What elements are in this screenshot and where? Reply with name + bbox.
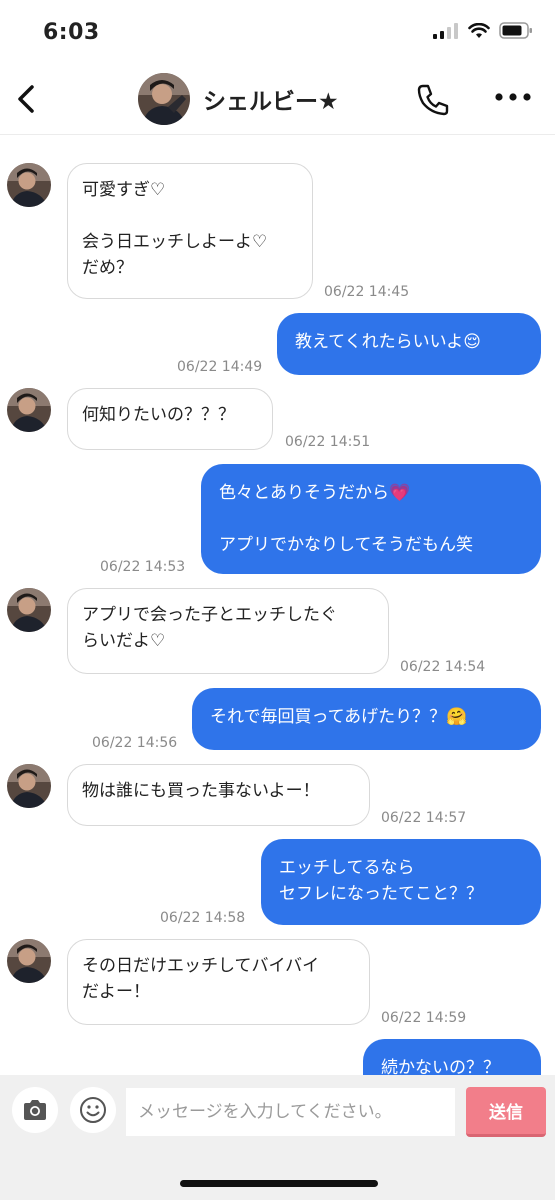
emoji-button[interactable]: [70, 1087, 116, 1133]
message-timestamp: 06/22 14:53: [100, 559, 186, 575]
incoming-message: 物は誰にも買った事ないよー！: [67, 764, 370, 826]
outgoing-message: それで毎回買ってあげたり？？🤗: [192, 688, 541, 750]
message-timestamp: 06/22 14:59: [381, 1010, 467, 1026]
phone-icon[interactable]: [414, 81, 452, 119]
outgoing-message: 続かないの？？: [363, 1039, 541, 1075]
back-arrow-icon[interactable]: [10, 79, 46, 119]
message-timestamp: 06/22 14:45: [324, 284, 410, 300]
contact-avatar[interactable]: [138, 73, 190, 125]
sender-avatar[interactable]: [7, 388, 51, 432]
camera-icon: [24, 1100, 46, 1120]
send-button[interactable]: 送信: [466, 1087, 546, 1137]
message-timestamp: 06/22 14:51: [285, 434, 371, 450]
message-timestamp: 06/22 14:58: [160, 910, 246, 926]
incoming-message: 可愛すぎ♡ 会う日エッチしよーよ♡ だめ？: [67, 163, 313, 299]
outgoing-message: エッチしてるなら セフレになったてこと？？: [261, 839, 541, 925]
outgoing-message: 教えてくれたらいいよ😌: [277, 313, 541, 375]
status-bar: 6:03: [0, 0, 555, 62]
battery-icon: [499, 22, 532, 39]
message-input[interactable]: [126, 1088, 455, 1136]
signal-icon: [433, 22, 458, 39]
contact-name: シェルビー★: [203, 89, 339, 115]
message-list[interactable]: 可愛すぎ♡ 会う日エッチしよーよ♡ だめ？ 06/22 14:45 教えてくれた…: [0, 135, 555, 1075]
message-timestamp: 06/22 14:56: [92, 735, 178, 751]
incoming-message: その日だけエッチしてバイバイ だよー！: [67, 939, 370, 1025]
home-indicator: [180, 1180, 378, 1187]
sender-avatar[interactable]: [7, 764, 51, 808]
more-options-icon[interactable]: [493, 87, 533, 107]
incoming-message: 何知りたいの？？？: [67, 388, 273, 450]
smiley-icon: [80, 1097, 106, 1123]
sender-avatar[interactable]: [7, 939, 51, 983]
camera-button[interactable]: [12, 1087, 58, 1133]
wifi-icon: [468, 22, 490, 38]
message-timestamp: 06/22 14:54: [400, 659, 486, 675]
outgoing-message: 色々とありそうだから💗 アプリでかなりしてそうだもん笑: [201, 464, 541, 574]
message-timestamp: 06/22 14:57: [381, 810, 467, 826]
message-timestamp: 06/22 14:49: [177, 359, 263, 375]
incoming-message: アプリで会った子とエッチしたぐ らいだよ♡: [67, 588, 389, 674]
sender-avatar[interactable]: [7, 588, 51, 632]
chat-header: シェルビー★: [0, 62, 555, 135]
status-time: 6:03: [43, 20, 100, 45]
sender-avatar[interactable]: [7, 163, 51, 207]
message-composer: 送信: [0, 1075, 555, 1200]
